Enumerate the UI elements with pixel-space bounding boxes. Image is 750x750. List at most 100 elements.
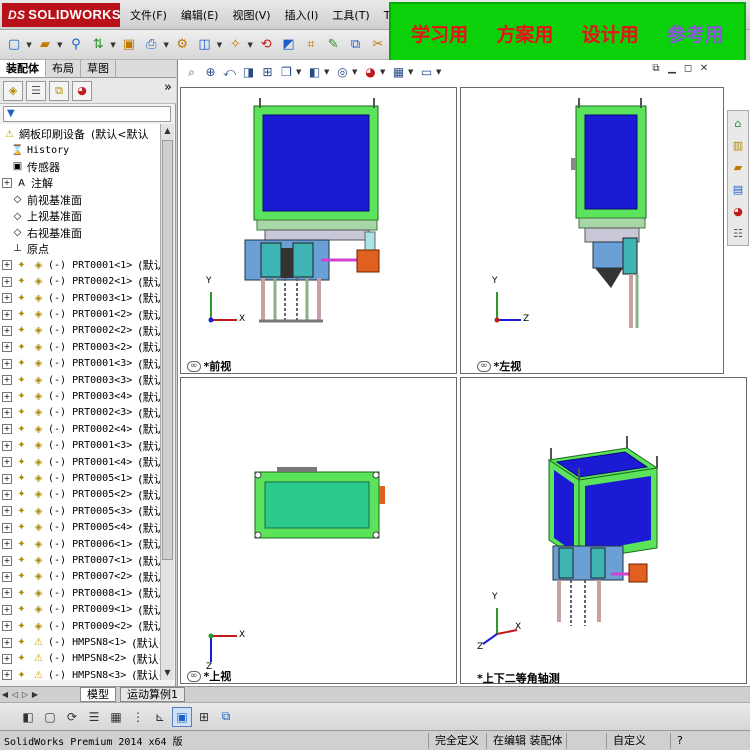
- expand-icon[interactable]: +: [2, 489, 12, 500]
- tree-item[interactable]: + ✦ ⚠ (-) HMPSN8<2> (默认<: [2, 651, 160, 667]
- expand-icon[interactable]: +: [2, 424, 12, 435]
- scrollbar-thumb[interactable]: [162, 140, 173, 560]
- expand-icon[interactable]: +: [2, 358, 12, 369]
- expand-icon[interactable]: +: [2, 342, 12, 353]
- file-explorer-icon[interactable]: ▰: [728, 157, 748, 177]
- menu-insert[interactable]: 插入(I): [285, 7, 319, 23]
- smart-fastener-icon[interactable]: ✧: [225, 34, 245, 56]
- restore-icon[interactable]: ⧉: [648, 62, 664, 76]
- shaded-icon[interactable]: ◧: [18, 707, 38, 727]
- tree-item[interactable]: ⌛ History: [10, 142, 69, 158]
- apply-scene-icon[interactable]: ▦: [389, 63, 408, 81]
- four-view-icon[interactable]: ⊞: [194, 707, 214, 727]
- minimize-icon[interactable]: ▁: [664, 62, 680, 76]
- tree-item[interactable]: ▣ 传感器: [10, 159, 60, 175]
- tree-item[interactable]: + ✦ ◈ (-) PRT0003<3> (默认<<默: [2, 372, 160, 388]
- display-style-icon[interactable]: ◧: [305, 63, 324, 81]
- chevron-down-icon[interactable]: ▼: [248, 41, 254, 49]
- tree-item[interactable]: ◇ 上视基准面: [10, 208, 82, 224]
- view-settings-icon[interactable]: ▭: [417, 63, 436, 81]
- property-manager-icon[interactable]: ☰: [26, 80, 46, 101]
- tree-item[interactable]: ◇ 右视基准面: [10, 224, 82, 240]
- expand-icon[interactable]: +: [2, 506, 12, 517]
- assembly-features-icon[interactable]: ⌗: [301, 34, 321, 56]
- viewport-isometric[interactable]: Y X Z *上下二等角轴测: [460, 377, 747, 685]
- solidworks-resources-icon[interactable]: ⌂: [728, 113, 748, 133]
- last-tab-icon[interactable]: ▶: [30, 690, 40, 699]
- tree-item[interactable]: + ✦ ◈ (-) PRT0005<4> (默认<<默: [2, 520, 160, 536]
- tree-item[interactable]: + ✦ ◈ (-) PRT0001<3> (默认<<默: [2, 356, 160, 372]
- edit-appearance-icon[interactable]: ◕: [361, 63, 380, 81]
- prev-tab-icon[interactable]: ◁: [10, 690, 20, 699]
- wireframe-icon[interactable]: ▢: [40, 707, 60, 727]
- mate-icon[interactable]: ◫: [194, 34, 214, 56]
- tab-model[interactable]: 模型: [80, 687, 116, 702]
- tree-scrollbar[interactable]: ▲ ▼: [160, 124, 174, 680]
- chevron-down-icon[interactable]: ▼: [296, 68, 302, 76]
- zoom-area-icon[interactable]: ⊕: [201, 63, 220, 81]
- design-library-icon[interactable]: ▥: [728, 135, 748, 155]
- expand-icon[interactable]: +: [2, 391, 12, 402]
- tree-item[interactable]: + ✦ ◈ (-) PRT0005<3> (默认<<默: [2, 503, 160, 519]
- expand-icon[interactable]: +: [2, 555, 12, 566]
- insert-component-icon[interactable]: ⚙: [172, 34, 192, 56]
- print-icon[interactable]: ⎙: [141, 34, 161, 56]
- expand-icon[interactable]: +: [2, 276, 12, 287]
- tree-filter[interactable]: ▼: [3, 106, 171, 122]
- chevron-down-icon[interactable]: ▼: [57, 41, 63, 49]
- close-icon[interactable]: ✕: [696, 62, 712, 76]
- expand-icon[interactable]: +: [2, 653, 12, 664]
- appearances-icon[interactable]: ◕: [728, 201, 748, 221]
- configuration-manager-icon[interactable]: ⧉: [49, 80, 69, 101]
- expand-icon[interactable]: +: [2, 457, 12, 468]
- tree-item[interactable]: + ✦ ◈ (-) PRT0008<1> (默认<<默: [2, 585, 160, 601]
- tree-item[interactable]: + ✦ ◈ (-) PRT0009<2> (默认<<默: [2, 618, 160, 634]
- tree-item[interactable]: + ✦ ◈ (-) PRT0002<1> (默认<<默: [2, 274, 160, 290]
- tree-item[interactable]: + ✦ ◈ (-) PRT0001<2> (默认<<默: [2, 306, 160, 322]
- tab-assembly[interactable]: 装配体: [0, 60, 46, 77]
- scroll-up-icon[interactable]: ▲: [161, 124, 174, 137]
- rebuild-icon[interactable]: ⇅: [88, 34, 108, 56]
- new-motion-study-icon[interactable]: ⧉: [345, 34, 365, 56]
- chevron-down-icon[interactable]: ▼: [217, 41, 223, 49]
- viewport-top[interactable]: X Z ∞ *上视: [180, 377, 457, 684]
- chevron-down-icon[interactable]: ▼: [352, 68, 358, 76]
- previous-view-icon[interactable]: ⤺: [220, 63, 239, 81]
- tree-item[interactable]: ⊥ 原点: [10, 241, 49, 257]
- expand-icon[interactable]: +: [2, 604, 12, 615]
- tree-item[interactable]: + ✦ ◈ (-) PRT0002<3> (默认<<默: [2, 405, 160, 421]
- expand-icon[interactable]: +: [2, 473, 12, 484]
- tree-item[interactable]: + ✦ ◈ (-) PRT0001<3> (默认<<默: [2, 438, 160, 454]
- expand-icon[interactable]: +: [2, 375, 12, 386]
- tab-layout[interactable]: 布局: [46, 60, 81, 77]
- expand-icon[interactable]: +: [2, 621, 12, 632]
- expand-icon[interactable]: +: [2, 670, 12, 680]
- next-tab-icon[interactable]: ▷: [20, 690, 30, 699]
- hide-show-icon[interactable]: ◎: [333, 63, 352, 81]
- expand-icon[interactable]: +: [2, 178, 12, 189]
- tree-item[interactable]: ◇ 前视基准面: [10, 192, 82, 208]
- view-orientation-icon[interactable]: ❒: [277, 63, 296, 81]
- expand-icon[interactable]: +: [2, 522, 12, 533]
- tree-item[interactable]: + ✦ ◈ (-) PRT0009<1> (默认<<默: [2, 602, 160, 618]
- tree-item[interactable]: + ✦ ◈ (-) PRT0007<2> (默认<<默: [2, 569, 160, 585]
- new-document-icon[interactable]: ▢: [4, 34, 24, 56]
- feature-manager-icon[interactable]: ◈: [3, 80, 23, 101]
- tree-item[interactable]: + ✦ ◈ (-) PRT0006<1> (默认<<默: [2, 536, 160, 552]
- expand-icon[interactable]: +: [2, 407, 12, 418]
- bill-of-materials-icon[interactable]: ✂: [368, 34, 388, 56]
- tree-item[interactable]: + ✦ ⚠ (-) HMPSN8<1> (默认<: [2, 634, 160, 650]
- menu-file[interactable]: 文件(F): [130, 7, 167, 23]
- tree-item[interactable]: + ✦ ◈ (-) PRT0002<4> (默认<<默: [2, 421, 160, 437]
- tree-item[interactable]: + ✦ ◈ (-) PRT0001<1> (默认<<默: [2, 257, 160, 273]
- expand-icon[interactable]: +: [2, 539, 12, 550]
- scroll-down-icon[interactable]: ▼: [161, 666, 174, 679]
- save-icon[interactable]: ▣: [119, 34, 139, 56]
- appearance-manager-icon[interactable]: ◕: [72, 80, 92, 101]
- filter-icon[interactable]: ▼: [7, 108, 15, 119]
- tree-item[interactable]: + ✦ ◈ (-) PRT0005<2> (默认<<默: [2, 487, 160, 503]
- expand-icon[interactable]: +: [2, 260, 12, 271]
- section-view-icon[interactable]: ◨: [239, 63, 258, 81]
- tree-item[interactable]: + ✦ ◈ (-) PRT0003<1> (默认<<默: [2, 290, 160, 306]
- tab-sketch[interactable]: 草图: [81, 60, 116, 77]
